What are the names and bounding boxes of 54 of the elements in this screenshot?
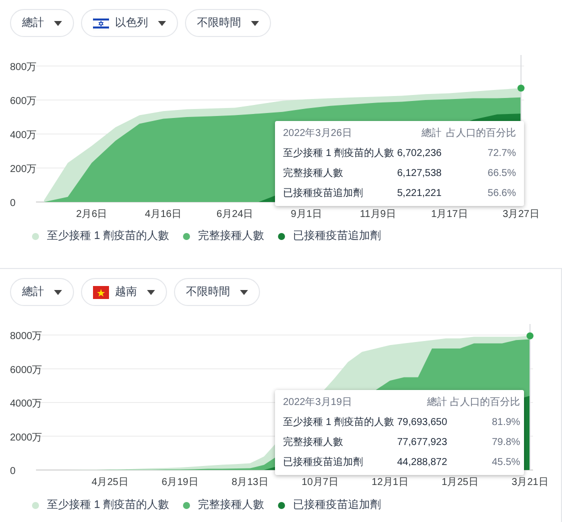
row-label: 已接種疫苗追加劑 — [283, 456, 364, 470]
axis-label: 6月24日 — [216, 209, 254, 220]
percent-value: 79.8% — [490, 436, 520, 450]
axis-label: 12月1日 — [372, 477, 408, 488]
column-header: 總計 — [420, 126, 442, 141]
legend-label: 至少接種 1 劑疫苗的人數 — [47, 228, 170, 244]
axis-label: 600万 — [10, 96, 37, 107]
total-value: 77,677,923 — [397, 436, 448, 450]
axis-label: 4月25日 — [92, 477, 128, 488]
axis-label: 3月21日 — [512, 477, 548, 488]
row-label: 完整接種人數 — [283, 166, 344, 181]
legend-label: 完整接種人數 — [198, 228, 264, 244]
axis-label: 8000万 — [10, 331, 42, 342]
total-value: 6,702,236 — [397, 147, 442, 161]
total-value: 79,693,650 — [397, 416, 448, 430]
axis-label: 4月16日 — [144, 209, 182, 220]
axis-label: 400万 — [10, 130, 37, 141]
tooltip-date: 2022年3月26日 — [283, 127, 353, 141]
axis-label: 6月19日 — [162, 477, 198, 488]
axis-label: 6000万 — [10, 364, 42, 376]
column-header: 總計 — [426, 396, 448, 410]
axis-label: 1月17日 — [431, 209, 468, 220]
row-label: 至少接種 1 劑疫苗的人數 — [283, 146, 394, 161]
axis-label: 3月27日 — [502, 209, 540, 220]
axis-label: 11月9日 — [360, 209, 396, 220]
legend-label: 完整接種人數 — [198, 498, 264, 513]
percent-value: 66.5% — [486, 167, 516, 181]
axis-label: 2000万 — [10, 432, 42, 444]
percent-value: 72.7% — [486, 147, 516, 161]
total-value: 6,127,538 — [397, 167, 442, 181]
axis-label: 4000万 — [10, 398, 42, 410]
axis-label: 1月25日 — [442, 477, 478, 488]
tooltip-date: 2022年3月19日 — [283, 396, 353, 410]
row-label: 已接種疫苗追加劑 — [283, 186, 364, 201]
legend-label: 已接種疫苗追加劑 — [293, 228, 382, 244]
axis-label: 0 — [10, 466, 16, 477]
row-label: 至少接種 1 劑疫苗的人數 — [283, 416, 394, 430]
axis-label: 8月13日 — [232, 477, 268, 488]
percent-value: 45.5% — [490, 456, 520, 470]
axis-label: 200万 — [10, 164, 37, 175]
legend-label: 至少接種 1 劑疫苗的人數 — [47, 498, 170, 513]
total-value: 5,221,221 — [397, 187, 442, 201]
column-header: 占人口的百分比 — [445, 126, 516, 141]
column-header: 占人口的百分比 — [450, 396, 520, 410]
legend-label: 已接種疫苗追加劑 — [293, 498, 382, 513]
percent-value: 56.6% — [486, 187, 516, 201]
row-label: 完整接種人數 — [283, 436, 344, 450]
axis-label: 9月1日 — [290, 209, 322, 220]
axis-label: 0 — [10, 198, 16, 209]
axis-label: 10月7日 — [302, 477, 338, 488]
percent-value: 81.9% — [490, 416, 520, 430]
total-value: 44,288,872 — [397, 456, 448, 470]
axis-label: 2月6日 — [76, 209, 108, 220]
axis-label: 800万 — [10, 62, 37, 73]
